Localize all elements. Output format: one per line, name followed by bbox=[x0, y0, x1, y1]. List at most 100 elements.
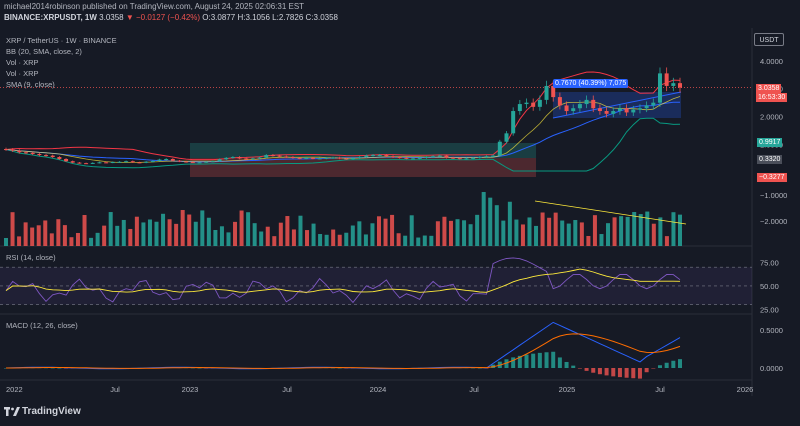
time-axis-label: Jul bbox=[110, 385, 120, 394]
chart-canvas[interactable]: 4.00003.00002.00001.0000−1.0000−2.000075… bbox=[0, 0, 800, 426]
volume-bar bbox=[455, 219, 460, 246]
candle-body bbox=[517, 104, 522, 112]
volume-bar bbox=[579, 222, 584, 246]
candle-body bbox=[177, 160, 182, 162]
volume-bar bbox=[390, 214, 395, 246]
macd-histogram-bar bbox=[584, 368, 589, 371]
candle-body bbox=[617, 108, 622, 112]
volume-bar bbox=[121, 219, 126, 246]
tradingview-logo[interactable]: TradingView bbox=[4, 406, 81, 417]
candle-body bbox=[50, 155, 55, 158]
volume-bar bbox=[586, 235, 591, 246]
candle-body bbox=[637, 108, 642, 110]
legend-vol-1[interactable]: Vol · XRP bbox=[6, 58, 39, 67]
volume-bar bbox=[481, 192, 486, 246]
candle-body bbox=[144, 161, 149, 163]
volume-bar bbox=[645, 211, 650, 246]
volume-bar bbox=[625, 216, 630, 246]
currency-button[interactable]: USDT bbox=[754, 33, 784, 46]
volume-bar bbox=[36, 225, 41, 246]
candle-body bbox=[44, 155, 49, 157]
price-tick-label: 2.0000 bbox=[760, 113, 783, 122]
volume-bar bbox=[651, 223, 656, 246]
candle-body bbox=[244, 158, 249, 160]
price-tick-label: 4.0000 bbox=[760, 57, 783, 66]
candle-body bbox=[371, 155, 376, 157]
volume-bar bbox=[514, 219, 519, 246]
candle-body bbox=[344, 158, 349, 160]
candle-body bbox=[124, 161, 129, 163]
candle-body bbox=[597, 108, 602, 112]
candle-body bbox=[197, 162, 202, 164]
tradingview-logo-text: TradingView bbox=[22, 406, 81, 417]
volume-bar bbox=[134, 216, 139, 246]
legend-bb[interactable]: BB (20, SMA, close, 2) bbox=[6, 47, 82, 56]
volume-bar bbox=[540, 212, 545, 246]
volume-bar bbox=[592, 215, 597, 246]
candle-body bbox=[664, 73, 669, 86]
candle-body bbox=[417, 157, 422, 159]
candle-body bbox=[10, 149, 15, 151]
volume-bar bbox=[324, 234, 329, 246]
candle-body bbox=[411, 158, 416, 160]
candle-body bbox=[384, 155, 389, 157]
candle-body bbox=[644, 105, 649, 109]
volume-bar bbox=[599, 234, 604, 246]
legend-macd[interactable]: MACD (12, 26, close) bbox=[6, 321, 78, 330]
candle-body bbox=[564, 105, 569, 112]
candle-body bbox=[237, 157, 242, 159]
candle-body bbox=[184, 161, 189, 163]
volume-bar bbox=[69, 237, 74, 246]
candle-body bbox=[531, 102, 536, 107]
candle-body bbox=[84, 163, 89, 165]
volume-bar bbox=[311, 223, 316, 246]
volume-bar bbox=[56, 219, 61, 246]
candle-body bbox=[70, 161, 75, 163]
candle-body bbox=[357, 157, 362, 159]
candle-body bbox=[24, 152, 29, 154]
volume-bar bbox=[187, 214, 192, 246]
candle-body bbox=[190, 162, 195, 164]
volume-bar bbox=[161, 213, 166, 246]
candle-body bbox=[277, 155, 282, 157]
macd-histogram-bar bbox=[651, 368, 656, 369]
candle-body bbox=[64, 158, 69, 162]
time-axis-label: Jul bbox=[655, 385, 665, 394]
candle-body bbox=[77, 162, 82, 164]
volume-bar bbox=[664, 236, 669, 246]
macd-histogram-bar bbox=[544, 352, 549, 368]
candle-body bbox=[104, 162, 109, 164]
candle-body bbox=[657, 73, 662, 103]
candle-body bbox=[210, 161, 215, 163]
volume-bar bbox=[435, 221, 440, 246]
volume-bar bbox=[49, 233, 54, 246]
candle-body bbox=[90, 162, 95, 164]
symbol-label[interactable]: BINANCE:XRPUSDT, 1W bbox=[4, 13, 97, 22]
last-price: 3.0358 bbox=[99, 13, 124, 22]
legend-title[interactable]: XRP / TetherUS · 1W · BINANCE bbox=[6, 36, 117, 45]
candle-body bbox=[164, 158, 169, 160]
volume-bar bbox=[278, 222, 283, 246]
legend-rsi[interactable]: RSI (14, close) bbox=[6, 253, 56, 262]
volume-bar bbox=[147, 219, 152, 246]
candle-body bbox=[671, 83, 676, 86]
candle-body bbox=[204, 161, 209, 163]
volume-bar bbox=[448, 220, 453, 246]
legend-vol-2[interactable]: Vol · XRP bbox=[6, 69, 39, 78]
legend-sma[interactable]: SMA (9, close) bbox=[6, 80, 55, 89]
volume-bar bbox=[10, 212, 15, 246]
volume-bar bbox=[193, 221, 198, 246]
macd-histogram-bar bbox=[564, 361, 569, 368]
rsi-tick-label: 50.00 bbox=[760, 282, 779, 291]
symbol-ohlc-line: BINANCE:XRPUSDT, 1W 3.0358 ▼ −0.0127 (−0… bbox=[4, 13, 338, 23]
last-price-label: 3.0358 bbox=[756, 84, 782, 93]
volume-bar bbox=[520, 224, 525, 246]
macd-histogram-bar bbox=[604, 368, 609, 376]
rsi-tick-label: 25.00 bbox=[760, 305, 779, 314]
volume-bar bbox=[291, 229, 296, 246]
candle-body bbox=[264, 155, 269, 158]
countdown-label: 16:53:30 bbox=[756, 93, 788, 102]
macd-histogram-bar bbox=[644, 368, 649, 373]
candle-body bbox=[17, 150, 22, 153]
macd-histogram-bar bbox=[671, 360, 676, 368]
